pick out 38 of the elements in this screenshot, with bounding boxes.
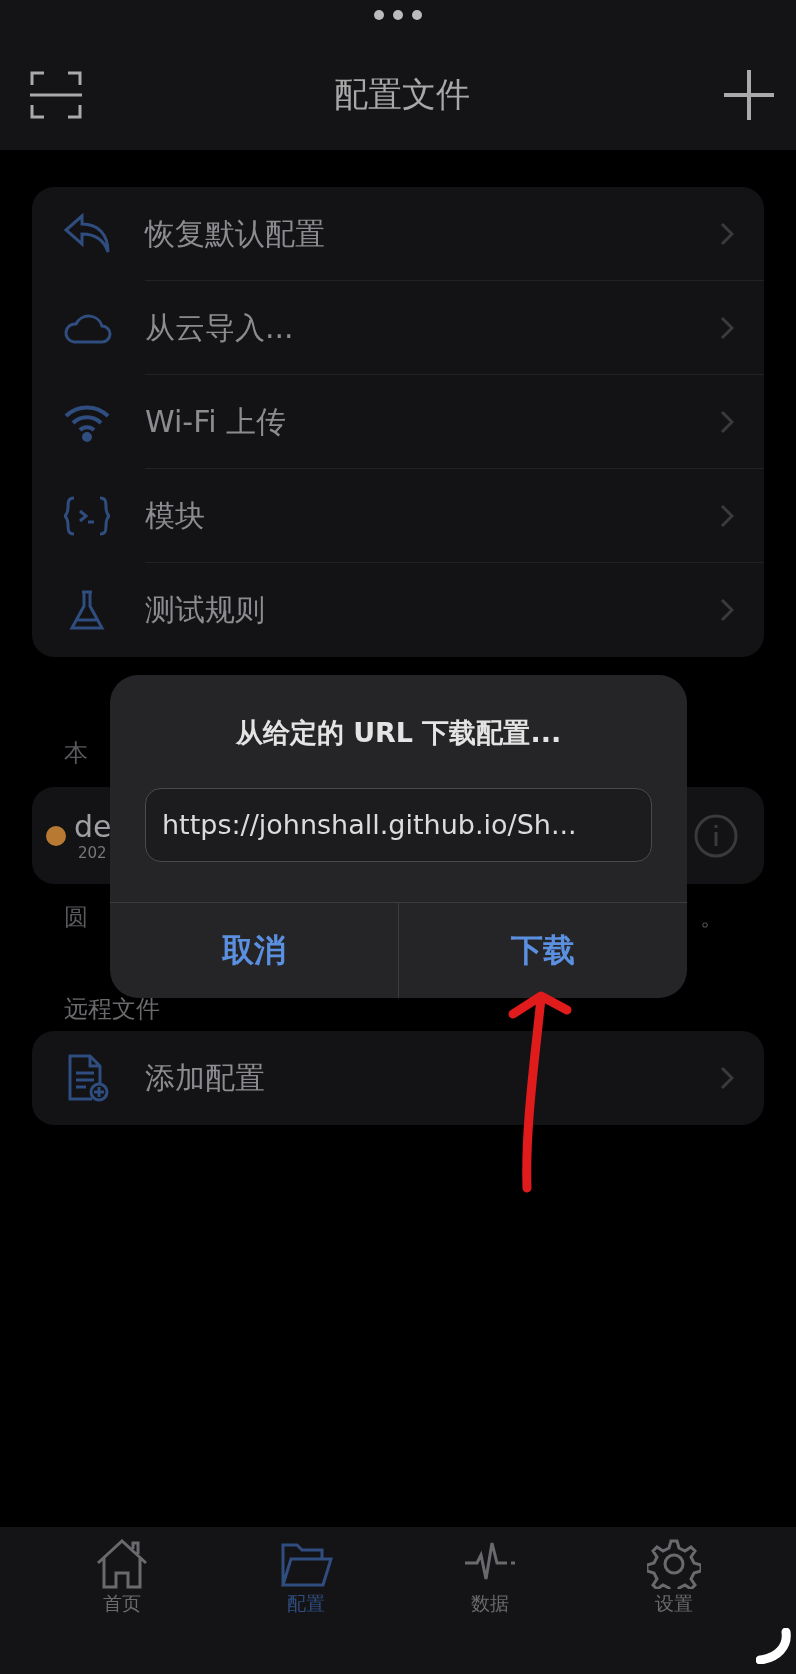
menu-item[interactable]: 恢复默认配置 [32, 187, 764, 281]
menu-item[interactable]: Wi-Fi 上传 [32, 375, 764, 469]
menu-item[interactable]: 从云导入... [32, 281, 764, 375]
chevron-icon [720, 1066, 734, 1090]
more-icon[interactable] [373, 9, 423, 21]
menu-label: 模块 [145, 496, 206, 535]
tab[interactable]: 数据 [430, 1539, 550, 1625]
tab[interactable]: 设置 [614, 1539, 734, 1625]
screen-title: 配置文件 [334, 73, 470, 116]
add-icon[interactable] [722, 68, 776, 122]
profile-date: 202 [78, 843, 107, 862]
settings-icon [647, 1539, 701, 1589]
profile-name: de [74, 809, 112, 844]
menu-label: 添加配置 [145, 1058, 266, 1097]
scan-icon[interactable] [30, 69, 82, 121]
chevron-icon [720, 222, 734, 246]
footnote-text: 。 [700, 902, 724, 933]
footnote-text: 圆 [64, 902, 88, 933]
menu-label: Wi-Fi 上传 [145, 402, 288, 441]
section-heading: 本 [64, 738, 88, 769]
chevron-icon [720, 316, 734, 340]
add-profile-item[interactable]: 添加配置 [32, 1031, 764, 1125]
dialog-title: 从给定的 URL 下载配置... [235, 716, 562, 750]
home-icon [95, 1539, 149, 1589]
menu-label: 恢复默认配置 [145, 214, 326, 253]
chevron-icon [720, 504, 734, 528]
url-field[interactable]: https://johnshall.github.io/Sh... [145, 788, 652, 862]
menu-label: 测试规则 [145, 590, 266, 629]
chevron-icon [720, 598, 734, 622]
status-dot [46, 825, 66, 846]
curve-mark [756, 1628, 792, 1664]
tab[interactable]: 首页 [62, 1539, 182, 1625]
menu-item[interactable]: 模块 [32, 469, 764, 563]
menu-label: 从云导入... [145, 308, 295, 347]
braces-icon [62, 494, 112, 538]
download-button[interactable]: 下载 [398, 903, 687, 998]
chevron-icon [720, 410, 734, 434]
menu-item[interactable]: 测试规则 [32, 563, 764, 657]
